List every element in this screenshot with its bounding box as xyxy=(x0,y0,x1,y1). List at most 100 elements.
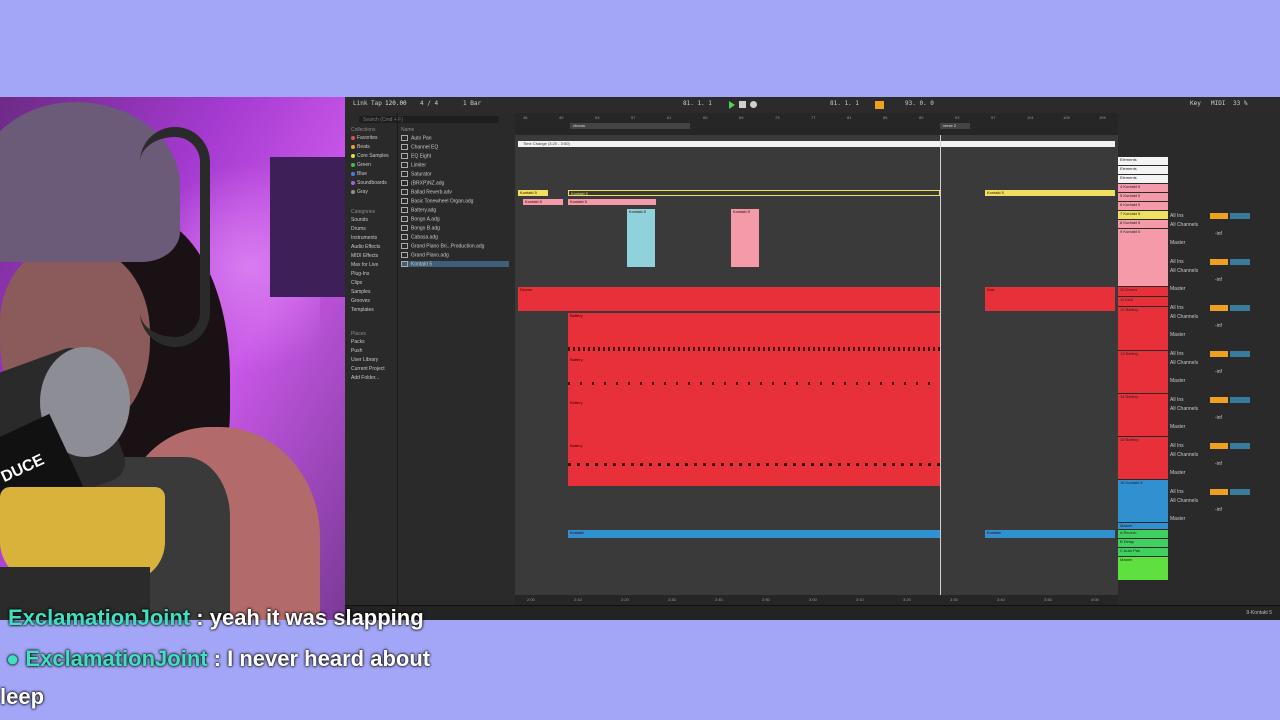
song-position[interactable]: 81. 1. 1 xyxy=(683,100,712,107)
collection-item[interactable]: Gray xyxy=(351,189,368,195)
volume-fader[interactable] xyxy=(1210,305,1228,311)
key-map-button[interactable]: Key xyxy=(1190,100,1201,107)
track-header[interactable]: B Delay xyxy=(1118,539,1168,547)
channel-select[interactable]: All Channels xyxy=(1170,268,1198,274)
file-item[interactable]: Bongo B.adg xyxy=(401,225,509,231)
category-item[interactable]: Plug-Ins xyxy=(351,271,369,277)
collection-item[interactable]: Beats xyxy=(351,144,370,150)
track-header[interactable]: 7 Kontakt 5 xyxy=(1118,211,1168,219)
output-select[interactable]: Master xyxy=(1170,516,1185,522)
input-select[interactable]: All Ins xyxy=(1170,305,1184,311)
collection-item[interactable]: Core Samples xyxy=(351,153,389,159)
volume-fader[interactable] xyxy=(1210,443,1228,449)
input-select[interactable]: All Ins xyxy=(1170,397,1184,403)
file-item[interactable]: Ballad Reverb.adv xyxy=(401,189,509,195)
category-item[interactable]: Audio Effects xyxy=(351,244,380,250)
tempo-field[interactable]: 120.00 xyxy=(385,100,407,107)
loop-toggle-icon[interactable] xyxy=(875,101,884,109)
collection-item[interactable]: Blue xyxy=(351,171,367,177)
track-header[interactable]: 14 Battery xyxy=(1118,394,1168,436)
collection-item[interactable]: Green xyxy=(351,162,371,168)
play-icon[interactable] xyxy=(729,101,735,109)
track-header[interactable]: 13 Battery xyxy=(1118,351,1168,393)
output-select[interactable]: Master xyxy=(1170,470,1185,476)
file-item[interactable]: Channel EQ xyxy=(401,144,509,150)
time-change-clip[interactable]: Time Change (3:20 - 3:50) xyxy=(518,141,1115,147)
track-header[interactable]: 15 Battery xyxy=(1118,437,1168,479)
place-item[interactable]: Push xyxy=(351,348,362,354)
category-item[interactable]: Instruments xyxy=(351,235,377,241)
locator-verse-2[interactable]: verse 2 xyxy=(940,123,970,129)
input-select[interactable]: All Ins xyxy=(1170,351,1184,357)
file-item[interactable]: Kontakt 5 xyxy=(401,261,509,268)
clip-kontakt-yellow-2[interactable]: Kontakt 5 xyxy=(568,190,940,196)
tap-button[interactable]: Tap xyxy=(371,100,382,107)
loop-start[interactable]: 81. 1. 1 xyxy=(830,100,859,107)
file-item[interactable]: Grand Piano Bri...Production.adg xyxy=(401,243,509,249)
output-select[interactable]: Master xyxy=(1170,378,1185,384)
channel-select[interactable]: All Channels xyxy=(1170,452,1198,458)
clip-battery-1[interactable]: Battery xyxy=(568,313,940,357)
output-select[interactable]: Master xyxy=(1170,332,1185,338)
channel-select[interactable]: All Channels xyxy=(1170,406,1198,412)
record-icon[interactable] xyxy=(750,101,757,108)
place-item[interactable]: Add Folder... xyxy=(351,375,379,381)
category-item[interactable]: Samples xyxy=(351,289,370,295)
locator-chorus[interactable]: chorus xyxy=(570,123,690,129)
place-item[interactable]: Current Project xyxy=(351,366,385,372)
file-item[interactable]: Basic Tonewheel Organ.adg xyxy=(401,198,509,204)
input-select[interactable]: All Ins xyxy=(1170,213,1184,219)
volume-fader[interactable] xyxy=(1210,397,1228,403)
track-header[interactable]: 5 Kontakt 5 xyxy=(1118,193,1168,201)
channel-select[interactable]: All Channels xyxy=(1170,314,1198,320)
clip-kontakt-blue-2[interactable]: Kontakt xyxy=(985,530,1115,538)
file-item[interactable]: Saturator xyxy=(401,171,509,177)
file-item[interactable]: EQ Eight xyxy=(401,153,509,159)
clip-battery-4[interactable]: Battery xyxy=(568,443,940,486)
track-header[interactable]: 16 Kontakt 5 xyxy=(1118,480,1168,522)
clip-kontakt-pink-3[interactable]: Kontakt 5 xyxy=(731,209,759,267)
clip-battery-2[interactable]: Battery xyxy=(568,357,940,400)
input-select[interactable]: All Ins xyxy=(1170,489,1184,495)
track-header[interactable]: 4 Kontakt 5 xyxy=(1118,184,1168,192)
clip-kontakt-pink-1[interactable]: Kontakt 5 xyxy=(523,199,563,205)
track-header[interactable]: 10 Drums xyxy=(1118,287,1168,296)
quantize-menu[interactable]: 1 Bar xyxy=(463,100,481,107)
loop-end[interactable]: 93. 0. 0 xyxy=(905,100,934,107)
channel-select[interactable]: All Channels xyxy=(1170,222,1198,228)
volume-fader[interactable] xyxy=(1210,489,1228,495)
file-item[interactable]: (BRXP)NZ.adg xyxy=(401,180,509,186)
time-ruler[interactable]: 2:00 2:10 2:20 2:30 2:40 2:50 3:00 3:10 3:20 3:30… xyxy=(515,595,1193,605)
file-item[interactable]: Grand Piano.adg xyxy=(401,252,509,258)
place-item[interactable]: User Library xyxy=(351,357,378,363)
bar-ruler[interactable]: 45 49 53 57 61 65 69 73 77 81 85 89 93 97 101 105 109 ch… xyxy=(515,113,1118,135)
clip-kontakt-pink-2[interactable]: Kontakt 5 xyxy=(568,199,656,205)
category-item[interactable]: Templates xyxy=(351,307,374,313)
track-header[interactable]: 6 Kontakt 5 xyxy=(1118,202,1168,210)
output-select[interactable]: Master xyxy=(1170,240,1185,246)
file-item[interactable]: Limiter xyxy=(401,162,509,168)
track-header[interactable]: 12 Battery xyxy=(1118,307,1168,350)
clip-kontakt-yellow-1[interactable]: Kontakt 5 xyxy=(518,190,548,196)
input-select[interactable]: All Ins xyxy=(1170,259,1184,265)
track-header[interactable]: 9 Kontakt 5 xyxy=(1118,229,1168,286)
track-header[interactable]: A Reverb xyxy=(1118,530,1168,538)
clip-kontakt-blue-1[interactable]: Kontakt xyxy=(568,530,940,538)
file-item[interactable]: Cabasa.adg xyxy=(401,234,509,240)
volume-fader[interactable] xyxy=(1210,213,1228,219)
volume-fader[interactable] xyxy=(1210,259,1228,265)
playhead[interactable] xyxy=(940,135,941,595)
track-header[interactable]: Elements xyxy=(1118,175,1168,183)
track-header[interactable]: 11 Kick xyxy=(1118,297,1168,306)
clip-kontakt-yellow-3[interactable]: Kontakt 5 xyxy=(985,190,1115,196)
output-select[interactable]: Master xyxy=(1170,286,1185,292)
stop-icon[interactable] xyxy=(739,101,746,108)
category-item[interactable]: Grooves xyxy=(351,298,370,304)
input-select[interactable]: All Ins xyxy=(1170,443,1184,449)
collection-item[interactable]: Soundboards xyxy=(351,180,387,186)
track-header[interactable]: Master xyxy=(1118,557,1168,580)
output-select[interactable]: Master xyxy=(1170,424,1185,430)
midi-map-button[interactable]: MIDI xyxy=(1211,100,1225,107)
track-header[interactable]: Master xyxy=(1118,523,1168,529)
category-item[interactable]: MIDI Effects xyxy=(351,253,378,259)
